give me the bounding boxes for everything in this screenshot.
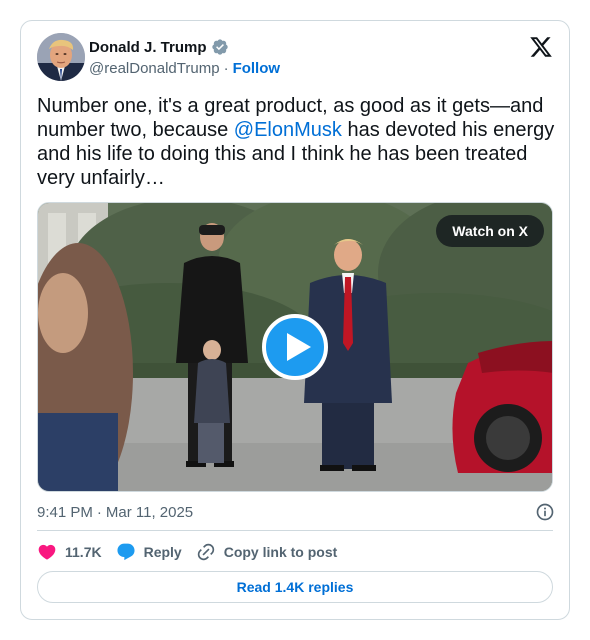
timestamp-separator: · (96, 503, 102, 521)
avatar-photo (37, 33, 85, 81)
mention-link[interactable]: @ElonMusk (234, 119, 342, 141)
author-handle-row: @realDonaldTrump · Follow (89, 60, 280, 77)
copy-link-button[interactable]: Copy link to post (196, 542, 338, 562)
likes-count: 11.7K (65, 544, 102, 560)
heart-icon (38, 544, 56, 560)
timestamp-row: 9:41 PM · Mar 11, 2025 (37, 502, 555, 522)
reply-label: Reply (143, 544, 182, 560)
copy-link-label: Copy link to post (223, 544, 338, 560)
author-avatar[interactable] (37, 33, 85, 81)
play-icon[interactable] (262, 314, 328, 380)
watch-on-x-button[interactable]: Watch on X (436, 215, 544, 247)
reply-button[interactable]: Reply (116, 542, 182, 562)
info-icon[interactable] (535, 502, 555, 522)
link-icon (197, 543, 214, 561)
x-logo-icon[interactable] (529, 35, 553, 59)
post-timestamp[interactable]: 9:41 PM · Mar 11, 2025 (37, 504, 193, 521)
like-button[interactable]: 11.7K (37, 542, 102, 562)
video-player[interactable]: Watch on X (37, 202, 553, 492)
post-actions: 11.7K Reply Copy link to post (37, 541, 337, 563)
handle-separator: · (223, 60, 229, 77)
follow-button[interactable]: Follow (233, 60, 281, 77)
verified-badge-icon (211, 39, 228, 55)
post-time: 9:41 PM (37, 503, 93, 521)
embedded-post-card: Donald J. Trump @realDonaldTrump · Follo… (20, 20, 570, 620)
read-replies-button[interactable]: Read 1.4K replies (37, 571, 553, 603)
author-name[interactable]: Donald J. Trump (89, 39, 207, 56)
divider (37, 530, 553, 531)
post-date: Mar 11, 2025 (105, 503, 194, 521)
author-handle[interactable]: @realDonaldTrump (89, 60, 220, 77)
reply-bubble-icon (117, 543, 135, 561)
author-name-row: Donald J. Trump (89, 38, 229, 56)
post-text: Number one, it's a great product, as goo… (37, 94, 557, 190)
